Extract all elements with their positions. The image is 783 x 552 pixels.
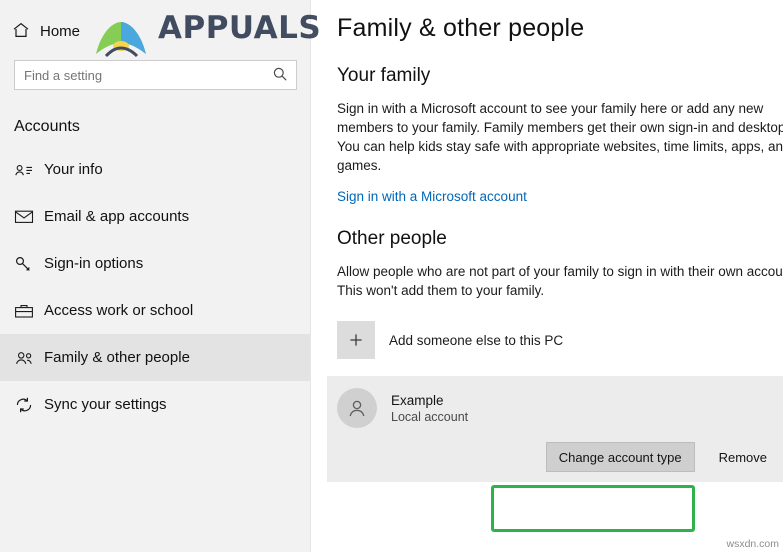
page-title: Family & other people	[337, 14, 585, 42]
sidebar-item-label: Sign-in options	[44, 255, 144, 272]
change-account-type-button[interactable]: Change account type	[545, 442, 695, 472]
highlight-annotation-box	[491, 485, 695, 532]
user-card-icon	[14, 162, 44, 178]
settings-sidebar: Home Accounts Your info Email & app acco…	[0, 0, 311, 552]
sidebar-item-email-app-accounts[interactable]: Email & app accounts	[0, 193, 310, 240]
sidebar-item-access-work-or-school[interactable]: Access work or school	[0, 287, 310, 334]
sidebar-home-label: Home	[40, 22, 81, 40]
search-icon[interactable]	[272, 66, 288, 82]
sidebar-item-sign-in-options[interactable]: Sign-in options	[0, 240, 310, 287]
corner-credit: wsxdn.com	[726, 538, 779, 550]
envelope-icon	[14, 209, 44, 224]
sync-icon	[14, 396, 44, 414]
account-meta: Example Local account	[391, 393, 468, 424]
add-someone-else-label: Add someone else to this PC	[389, 332, 564, 348]
people-icon	[14, 350, 44, 366]
sidebar-item-label: Your info	[44, 161, 103, 178]
account-type: Local account	[391, 409, 469, 424]
add-someone-else-button[interactable]: Add someone else to this PC	[337, 316, 783, 364]
your-family-heading: Your family	[337, 65, 431, 86]
sidebar-item-your-info[interactable]: Your info	[0, 146, 310, 193]
plus-icon	[337, 321, 375, 359]
remove-account-button[interactable]: Remove	[707, 442, 771, 472]
account-row: Example Local account	[337, 388, 773, 428]
search-container	[14, 60, 297, 90]
sidebar-item-home[interactable]: Home	[0, 8, 310, 54]
sidebar-item-label: Family & other people	[44, 349, 190, 366]
sidebar-item-label: Email & app accounts	[44, 208, 190, 225]
other-people-heading: Other people	[337, 228, 447, 249]
key-icon	[14, 255, 44, 273]
other-people-description: Allow people who are not part of your fa…	[337, 264, 783, 298]
your-family-description: Sign in with a Microsoft account to see …	[337, 101, 783, 173]
sidebar-item-family-other-people[interactable]: Family & other people	[0, 334, 310, 381]
sidebar-item-sync-your-settings[interactable]: Sync your settings	[0, 381, 310, 428]
sidebar-section-title: Accounts	[14, 118, 80, 135]
account-name: Example	[391, 392, 444, 408]
settings-main-pane: Family & other people Your family Sign i…	[311, 0, 783, 552]
home-icon	[12, 21, 40, 42]
sign-in-microsoft-account-link[interactable]: Sign in with a Microsoft account	[337, 189, 527, 204]
person-icon	[337, 388, 377, 428]
sidebar-item-label: Access work or school	[44, 302, 194, 319]
briefcase-icon	[14, 303, 44, 319]
local-account-card[interactable]: Example Local account Change account typ…	[327, 376, 783, 482]
sidebar-item-label: Sync your settings	[44, 396, 167, 413]
account-actions: Change account type Remove	[337, 442, 773, 472]
search-input[interactable]	[14, 60, 297, 90]
